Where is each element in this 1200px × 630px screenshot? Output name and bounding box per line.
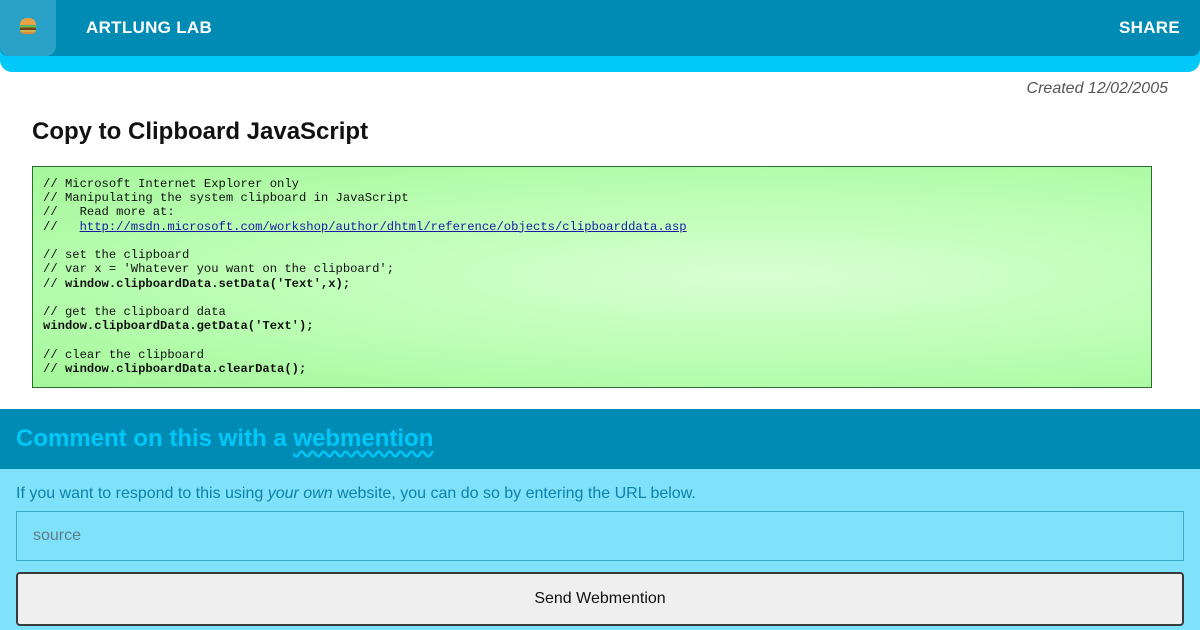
page-title: Copy to Clipboard JavaScript [32, 118, 369, 145]
comment-form: If you want to respond to this using you… [0, 469, 1200, 630]
code-line: // clear the clipboard [43, 347, 204, 362]
site-brand-link[interactable]: ARTLUNG LAB [86, 18, 212, 38]
respond-text-emphasis: your own [267, 485, 333, 502]
share-link[interactable]: SHARE [1119, 18, 1180, 38]
code-line: // var x = 'Whatever you want on the cli… [43, 262, 395, 277]
code-line: // http://msdn.microsoft.com/workshop/au… [43, 220, 1141, 234]
code-line-prefix: // [43, 362, 65, 377]
code-statement: window.clipboardData.setData('Text',x); [64, 276, 351, 291]
comment-title: Comment on this with a webmention [16, 425, 433, 453]
site-header: ARTLUNG LAB SHARE [0, 0, 1200, 72]
code-line: // set the clipboard [43, 248, 190, 263]
comment-title-text: Comment on this with a [16, 425, 294, 452]
code-statement: window.clipboardData.clearData(); [64, 362, 307, 377]
header-bar: ARTLUNG LAB SHARE [0, 0, 1200, 56]
code-line: // Microsoft Internet Explorer only [43, 177, 299, 191]
source-url-input[interactable] [16, 511, 1184, 561]
code-line: // window.clipboardData.clearData(); [43, 362, 1141, 376]
webmention-link[interactable]: webmention [293, 425, 433, 452]
code-block: // Microsoft Internet Explorer only // M… [32, 166, 1152, 388]
code-line: // window.clipboardData.setData('Text',x… [43, 277, 1141, 291]
respond-text-start: If you want to respond to this using [16, 485, 268, 502]
code-line-prefix: // [43, 276, 65, 291]
respond-instructions: If you want to respond to this using you… [16, 485, 696, 503]
msdn-reference-link[interactable]: http://msdn.microsoft.com/workshop/autho… [80, 220, 687, 234]
code-line: window.clipboardData.getData('Text'); [43, 319, 1141, 333]
code-line: // get the clipboard data [43, 305, 226, 320]
hamburger-icon [18, 17, 38, 40]
comment-section-header: Comment on this with a webmention [0, 409, 1200, 469]
code-line-prefix: // [43, 219, 80, 234]
send-webmention-button[interactable]: Send Webmention [16, 572, 1184, 626]
menu-button[interactable] [0, 0, 56, 56]
respond-text-end: website, you can do so by entering the U… [332, 485, 696, 502]
code-line: // Manipulating the system clipboard in … [43, 191, 409, 206]
code-line: // Read more at: [43, 205, 175, 220]
created-date: Created 12/02/2005 [1026, 80, 1168, 97]
code-statement: window.clipboardData.getData('Text'); [43, 319, 314, 334]
